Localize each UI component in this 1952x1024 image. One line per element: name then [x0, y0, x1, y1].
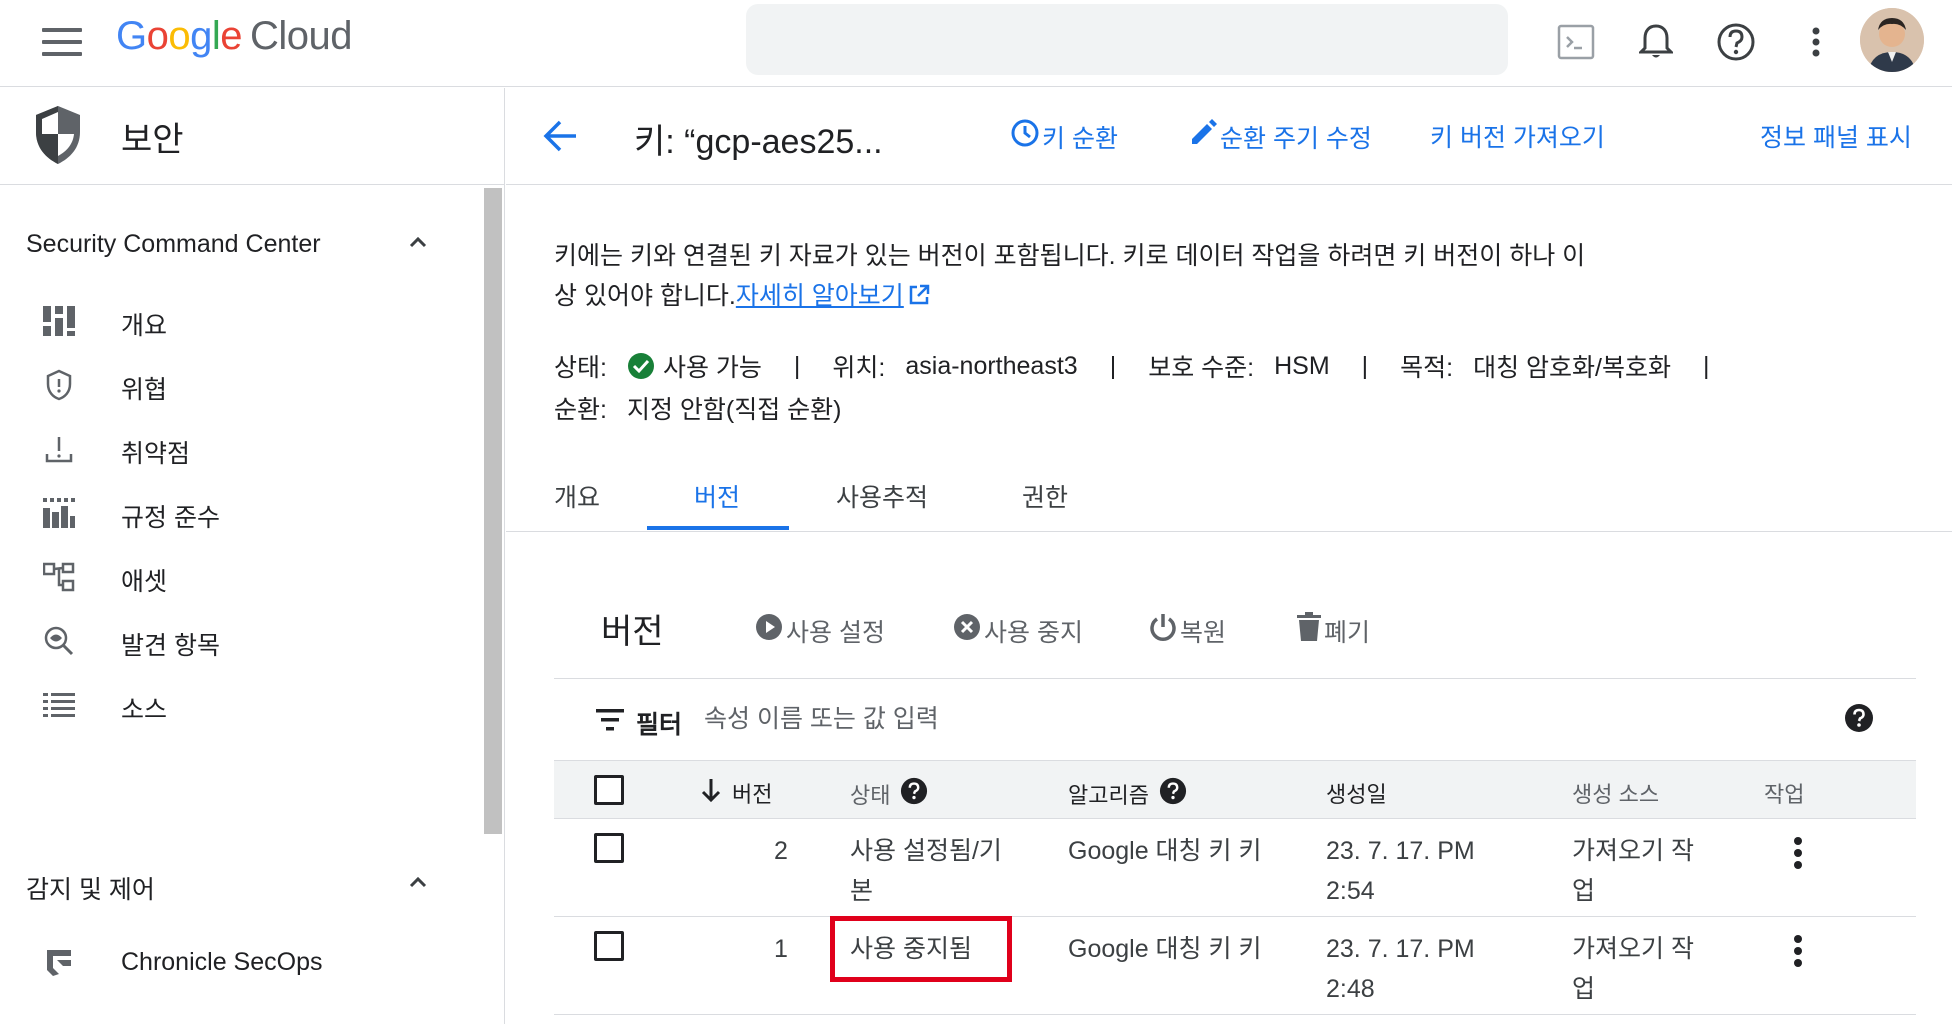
account-avatar[interactable] — [1860, 8, 1924, 72]
versions-title: 버전 — [601, 613, 664, 651]
more-vert-icon[interactable] — [1794, 20, 1838, 64]
version-source: 가져오기 작업 — [1572, 935, 1694, 1003]
back-arrow-icon[interactable] — [540, 116, 580, 161]
security-shield-icon — [32, 104, 84, 171]
version-state: 사용 설정됨/기 본 — [850, 837, 1002, 905]
row-more-vert-icon[interactable] — [1778, 929, 1818, 973]
nav-item-compliance[interactable]: 규정 준수 — [0, 482, 480, 546]
version-created: 23. 7. 17. PM 2:48 — [1326, 935, 1475, 1003]
version-number: 2 — [774, 837, 788, 865]
tab-permissions[interactable]: 권한 — [1022, 478, 1068, 514]
filter-input[interactable] — [704, 697, 1704, 741]
nav-item-overview[interactable]: 개요 — [0, 290, 480, 354]
check-circle-icon — [627, 352, 655, 380]
column-created[interactable]: 생성일 — [1326, 777, 1387, 809]
version-state: 사용 중지됨 — [850, 935, 972, 963]
cancel-circle-icon — [952, 612, 982, 649]
filter-list-icon — [596, 709, 624, 736]
column-algorithm: 알고리즘 — [1068, 777, 1187, 811]
chevron-up-icon — [406, 870, 430, 901]
page-header: 키: “gcp-aes25... 키 순환 순환 주기 수정 키 버전 가져오기… — [506, 88, 1952, 185]
row-checkbox[interactable] — [594, 833, 624, 863]
select-all-checkbox[interactable] — [594, 775, 624, 805]
help-icon[interactable] — [900, 777, 928, 811]
compliance-icon — [42, 496, 76, 530]
restore-version-button[interactable]: 복원 — [1148, 612, 1226, 649]
nav-item-sources[interactable]: 소스 — [0, 674, 480, 738]
google-cloud-logo[interactable]: Google Cloud — [116, 14, 353, 59]
top-bar: Google Cloud — [0, 0, 1952, 87]
section-detection-and-control[interactable]: 감지 및 제어 — [26, 870, 446, 910]
version-algorithm: Google 대칭 키 키 — [1068, 837, 1262, 865]
edit-rotation-button[interactable]: 순환 주기 수정 — [1188, 118, 1372, 155]
filter-bar: 필터 — [554, 678, 1916, 761]
open-in-new-icon — [908, 278, 930, 318]
table-row: 2 사용 설정됨/기 본 Google 대칭 키 키 23. 7. 17. PM 2… — [554, 819, 1916, 917]
row-checkbox[interactable] — [594, 931, 624, 961]
version-created: 23. 7. 17. PM 2:54 — [1326, 837, 1475, 905]
tab-versions[interactable]: 버전 — [694, 478, 740, 514]
enable-version-button[interactable]: 사용 설정 — [754, 612, 885, 649]
learn-more-link[interactable]: 자세히 알아보기 — [736, 282, 904, 310]
row-more-vert-icon[interactable] — [1778, 831, 1818, 875]
section-security-command-center[interactable]: Security Command Center — [26, 230, 446, 270]
nav-item-findings[interactable]: 발견 항목 — [0, 610, 480, 674]
chevron-up-icon — [406, 230, 430, 261]
assets-icon — [42, 560, 76, 594]
trash-icon — [1296, 612, 1322, 649]
disable-version-button[interactable]: 사용 중지 — [952, 612, 1083, 649]
vulnerability-icon — [42, 432, 76, 466]
left-navigation: 보안 Security Command Center 개요 위협 취약점 규정 … — [0, 88, 505, 1024]
help-icon[interactable] — [1159, 777, 1187, 811]
power-icon — [1148, 612, 1178, 649]
page-title: 키: “gcp-aes25... — [634, 123, 883, 161]
nav-item-assets[interactable]: 애셋 — [0, 546, 480, 610]
search-input[interactable] — [746, 4, 1508, 75]
rotation-line: 순환: 지정 안함(직접 순환) — [554, 396, 842, 424]
notifications-bell-icon[interactable] — [1634, 20, 1678, 64]
destroy-version-button[interactable]: 폐기 — [1296, 612, 1370, 649]
column-state: 상태 — [850, 777, 928, 811]
nav-scrollbar[interactable] — [484, 188, 502, 834]
chronicle-icon — [42, 946, 76, 980]
cloud-shell-icon[interactable] — [1554, 20, 1598, 64]
version-source: 가져오기 작업 — [1572, 837, 1694, 905]
rotate-key-button[interactable]: 키 순환 — [1010, 118, 1118, 155]
version-number: 1 — [774, 935, 788, 963]
tab-bar: 개요 버전 사용추적 권한 — [506, 460, 1952, 532]
tab-overview[interactable]: 개요 — [554, 478, 600, 514]
show-info-panel-button[interactable]: 정보 패널 표시 — [1760, 118, 1912, 154]
clock-icon — [1010, 118, 1040, 155]
play-circle-icon — [754, 612, 784, 649]
column-actions: 작업 — [1764, 782, 1805, 807]
column-source: 생성 소스 — [1572, 782, 1660, 807]
sources-icon — [42, 688, 76, 722]
product-header: 보안 — [0, 88, 504, 185]
nav-item-threats[interactable]: 위협 — [0, 354, 480, 418]
key-status-line: 상태: 사용 가능 | 위치: asia-northeast3 | 보호 수준:… — [554, 351, 1710, 383]
help-icon[interactable] — [1844, 703, 1874, 738]
findings-icon — [42, 624, 76, 658]
import-key-version-button[interactable]: 키 버전 가져오기 — [1430, 118, 1605, 154]
tab-usage-tracking[interactable]: 사용추적 — [836, 478, 928, 514]
nav-item-vulnerabilities[interactable]: 취약점 — [0, 418, 480, 482]
filter-label: 필터 — [636, 711, 683, 739]
active-tab-indicator — [647, 526, 789, 530]
version-algorithm: Google 대칭 키 키 — [1068, 935, 1262, 963]
column-version[interactable]: 버전 — [700, 777, 772, 809]
arrow-down-icon — [700, 777, 722, 809]
table-header: 버전 상태 알고리즘 생성일 생성 소스 작업 — [554, 761, 1916, 819]
dashboard-icon — [42, 304, 76, 338]
product-title: 보안 — [121, 121, 184, 159]
main-menu-icon[interactable] — [42, 28, 82, 60]
table-row: 1 사용 중지됨 Google 대칭 키 키 23. 7. 17. PM 2:48… — [554, 917, 1916, 1015]
shield-alert-icon — [42, 368, 76, 402]
help-circle-icon[interactable] — [1714, 20, 1758, 64]
pencil-icon — [1188, 118, 1218, 155]
description: 키에는 키와 연결된 키 자료가 있는 버전이 포함됩니다. 키로 데이터 작업… — [554, 236, 1594, 318]
nav-item-chronicle-secops[interactable]: Chronicle SecOps — [0, 932, 480, 996]
